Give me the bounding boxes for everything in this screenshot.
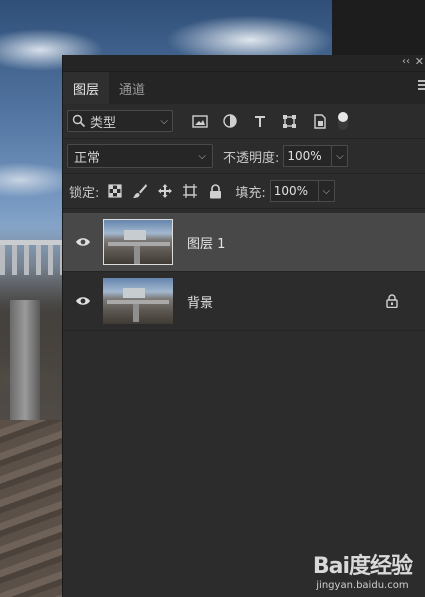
watermark-url: jingyan.baidu.com bbox=[316, 580, 409, 591]
opacity-input[interactable]: 100% bbox=[283, 145, 332, 167]
tab-channels[interactable]: 通道 bbox=[109, 72, 155, 104]
filter-toggle-switch[interactable] bbox=[338, 112, 348, 130]
canvas-railing bbox=[0, 240, 64, 275]
layer-filter-row: 类型 ⌵ bbox=[63, 104, 425, 139]
filter-kind-select[interactable]: 类型 ⌵ bbox=[67, 110, 173, 132]
canvas-rubble bbox=[0, 420, 62, 597]
panel-menu-icon[interactable] bbox=[418, 80, 425, 92]
blend-mode-value: 正常 bbox=[74, 150, 101, 166]
lock-artboard-icon[interactable] bbox=[182, 183, 198, 199]
filter-kind-label: 类型 bbox=[90, 115, 117, 131]
layer-thumbnail bbox=[103, 219, 173, 265]
visibility-eye-icon[interactable] bbox=[63, 237, 103, 247]
layer-lock-icon[interactable] bbox=[386, 294, 398, 312]
opacity-dropdown-button[interactable]: ⌵ bbox=[331, 145, 349, 167]
layers-panel: ‹‹ ✕ 图层 通道 类型 ⌵ 正常 ⌵ 不透明度: 100% ⌵ 锁定: 填充… bbox=[62, 55, 425, 597]
close-panel-icon[interactable]: ✕ bbox=[415, 55, 424, 68]
layer-name[interactable]: 背景 bbox=[187, 292, 213, 311]
fill-label: 填充: bbox=[235, 185, 266, 201]
tab-layers[interactable]: 图层 bbox=[63, 72, 110, 104]
search-icon bbox=[72, 114, 86, 128]
type-filter-icon[interactable] bbox=[249, 112, 270, 130]
adjustment-filter-icon[interactable] bbox=[219, 112, 240, 130]
panel-tab-bar: 图层 通道 bbox=[63, 72, 425, 104]
lock-all-icon[interactable] bbox=[207, 183, 223, 199]
watermark-logo: Bai度经验 bbox=[312, 554, 413, 579]
workspace-background bbox=[332, 0, 425, 55]
collapse-panel-icon[interactable]: ‹‹ bbox=[402, 56, 410, 67]
watermark: Bai度经验 jingyan.baidu.com bbox=[312, 548, 413, 591]
layer-name[interactable]: 图层 1 bbox=[187, 233, 225, 252]
lock-position-icon[interactable] bbox=[157, 183, 173, 199]
chevron-down-icon: ⌵ bbox=[198, 150, 206, 162]
lock-label: 锁定: bbox=[69, 185, 100, 201]
blend-opacity-row: 正常 ⌵ 不透明度: 100% ⌵ bbox=[63, 139, 425, 174]
opacity-label: 不透明度: bbox=[223, 150, 280, 166]
fill-dropdown-button[interactable]: ⌵ bbox=[317, 180, 335, 202]
layer-thumbnail bbox=[103, 278, 173, 324]
lock-image-pixels-icon[interactable] bbox=[132, 183, 148, 199]
lock-transparent-pixels-icon[interactable] bbox=[107, 183, 123, 199]
visibility-eye-icon[interactable] bbox=[63, 296, 103, 306]
layer-row-layer1[interactable]: 图层 1 bbox=[63, 213, 425, 271]
smart-object-filter-icon[interactable] bbox=[309, 112, 330, 130]
blend-mode-select[interactable]: 正常 ⌵ bbox=[67, 144, 213, 168]
layers-list: 图层 1 背景 bbox=[63, 213, 425, 331]
shape-filter-icon[interactable] bbox=[279, 112, 300, 130]
lock-fill-row: 锁定: 填充: 100% ⌵ bbox=[63, 174, 425, 209]
image-filter-icon[interactable] bbox=[189, 112, 210, 130]
chevron-down-icon: ⌵ bbox=[160, 115, 168, 127]
panel-title-bar: ‹‹ ✕ bbox=[63, 55, 425, 72]
canvas-pillar bbox=[10, 300, 40, 420]
fill-input[interactable]: 100% bbox=[269, 180, 318, 202]
layer-row-background[interactable]: 背景 bbox=[63, 271, 425, 331]
